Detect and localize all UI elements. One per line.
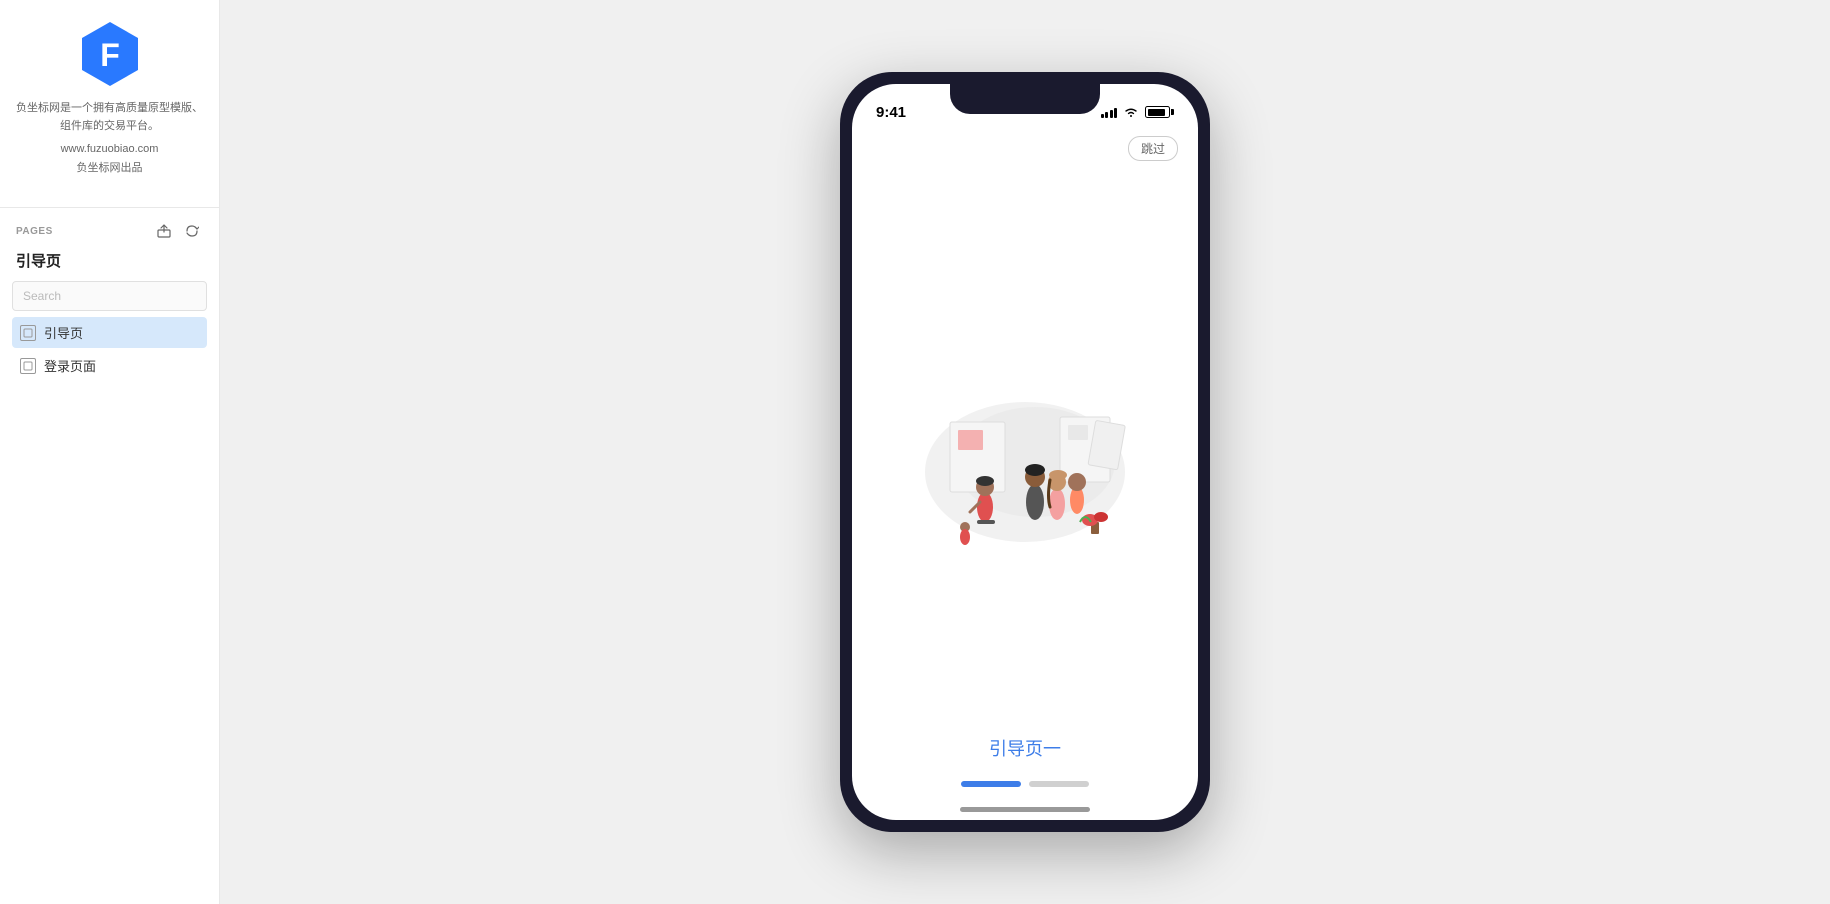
phone-content: 引导页一 [852, 128, 1198, 820]
sidebar-divider [0, 207, 219, 208]
export-icon [157, 224, 171, 238]
phone-page-title: 引导页一 [989, 735, 1061, 761]
main-area: 9:41 [220, 0, 1830, 904]
page-file-icon [20, 325, 36, 341]
signal-icon [1101, 106, 1118, 118]
illustration-svg [895, 312, 1155, 572]
logo-icon: F [76, 20, 144, 88]
page-item-label-2: 登录页面 [44, 356, 96, 375]
search-input[interactable] [12, 281, 207, 311]
svg-text:F: F [100, 37, 120, 73]
logo-description: 负坐标网是一个拥有高质量原型模版、组件库的交易平台。 [0, 100, 219, 135]
illustration-area [852, 158, 1198, 725]
status-icons [1101, 106, 1175, 118]
add-icon [185, 224, 199, 238]
export-button[interactable] [153, 220, 175, 242]
add-page-button[interactable] [181, 220, 203, 242]
page-file-icon-2 [20, 358, 36, 374]
logo-url: www.fuzuobiao.com [61, 143, 159, 155]
phone-screen: 9:41 [852, 84, 1198, 820]
logo-container: F 负坐标网是一个拥有高质量原型模版、组件库的交易平台。 www.fuzuobi… [0, 20, 219, 191]
page-item-guide[interactable]: 引导页 [12, 317, 207, 348]
sidebar: F 负坐标网是一个拥有高质量原型模版、组件库的交易平台。 www.fuzuobi… [0, 0, 220, 904]
pages-icons [153, 220, 203, 242]
progress-dot-active [961, 781, 1021, 787]
status-time: 9:41 [876, 104, 906, 121]
phone-notch [950, 84, 1100, 114]
home-indicator [960, 807, 1090, 812]
phone-mockup: 9:41 [840, 72, 1210, 832]
page-item-login[interactable]: 登录页面 [12, 350, 207, 381]
wifi-icon [1123, 106, 1139, 118]
progress-dot-inactive [1029, 781, 1089, 787]
pages-header: PAGES [12, 220, 207, 242]
pages-section: PAGES 引导页 [0, 220, 219, 383]
page-item-label: 引导页 [44, 323, 83, 342]
logo-brand: 负坐标网出品 [77, 159, 143, 175]
battery-icon [1145, 106, 1174, 118]
progress-dots [961, 781, 1089, 787]
pages-label: PAGES [16, 226, 53, 237]
pages-title: 引导页 [12, 250, 207, 271]
